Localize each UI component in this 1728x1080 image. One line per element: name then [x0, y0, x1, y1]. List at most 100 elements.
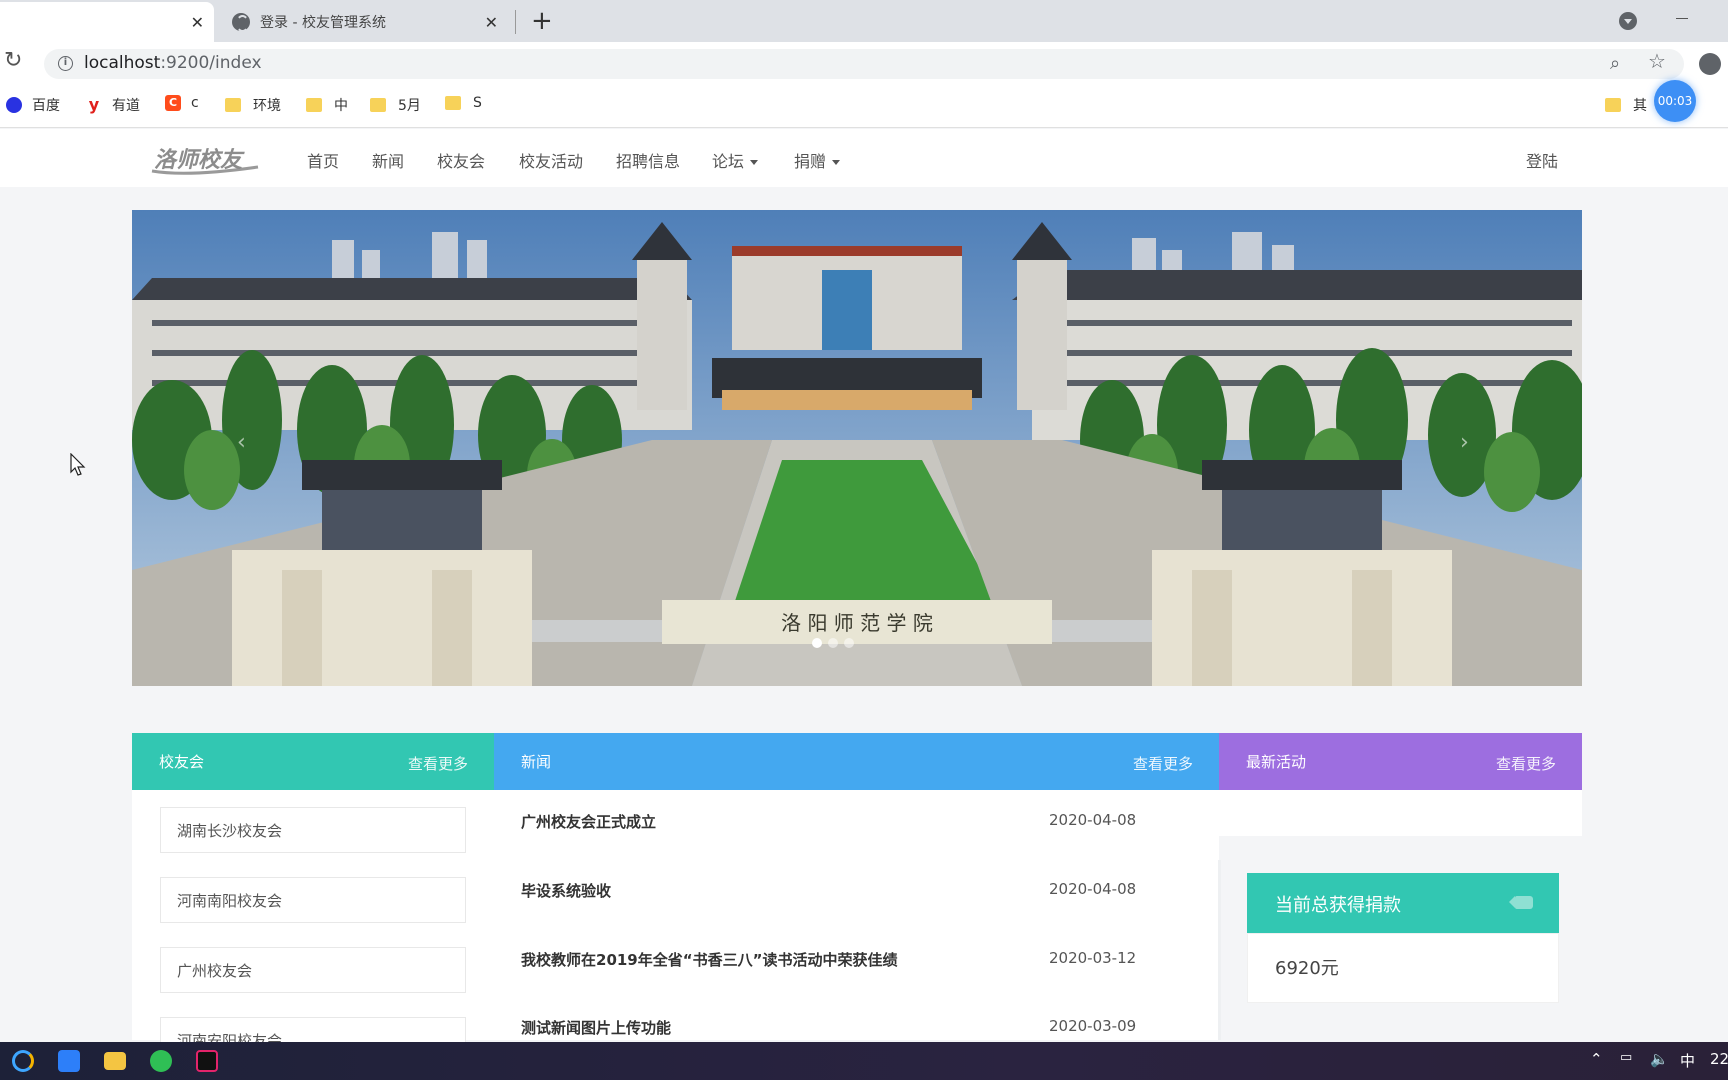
carousel-dot[interactable]: [812, 638, 822, 648]
bookmarks-bar: 百度 y 有道 C c 环境 中 5月 S 其: [0, 84, 1728, 128]
tab-active[interactable]: ✕: [0, 2, 214, 42]
nav-associations[interactable]: 校友会: [437, 148, 485, 172]
news-item-title[interactable]: 我校教师在2019年全省“书香三八”读书活动中荣获佳绩: [521, 951, 897, 969]
banner-caption: 洛 阳 师 范 学 院: [781, 611, 933, 635]
carousel-dot[interactable]: [828, 638, 838, 648]
folder-icon: [225, 98, 241, 112]
activities-header: 最新活动 查看更多: [1219, 733, 1582, 790]
campus-photo: 洛 阳 师 范 学 院: [132, 210, 1582, 686]
baidu-icon: [6, 97, 22, 113]
activities-title: 最新活动: [1246, 753, 1307, 771]
close-tab-icon[interactable]: ✕: [485, 13, 498, 32]
bookmark-star-icon[interactable]: ☆: [1648, 49, 1666, 73]
banner-carousel[interactable]: 洛 阳 师 范 学 院 ‹ ›: [132, 210, 1582, 686]
news-item-date: 2020-03-12: [1049, 949, 1137, 967]
caret-down-icon: [750, 160, 759, 165]
omnibox[interactable]: i localhost:9200/index ⌕: [44, 49, 1684, 79]
url-text[interactable]: localhost:9200/index: [84, 53, 262, 73]
associations-list: 湖南长沙校友会 河南南阳校友会 广州校友会 河南安阳校友会: [132, 790, 494, 1063]
tag-icon: [1509, 896, 1533, 909]
carousel-indicators: [812, 638, 854, 648]
news-item-date: 2020-03-09: [1049, 1017, 1137, 1035]
folder-icon: [306, 98, 322, 112]
c-icon: C: [165, 95, 181, 111]
clock[interactable]: 22: [1710, 1050, 1728, 1068]
zoom-icon[interactable]: ⌕: [1610, 53, 1620, 74]
associations-more-link[interactable]: 查看更多: [408, 753, 468, 774]
battery-icon[interactable]: ▭: [1620, 1050, 1632, 1065]
news-item[interactable]: 测试新闻图片上传功能 2020-03-09: [521, 1017, 1141, 1038]
bookmark-folder-s[interactable]: S: [445, 95, 482, 111]
browser-app-icon[interactable]: [12, 1050, 34, 1072]
donation-header: 当前总获得捐款: [1247, 873, 1559, 933]
nav-donate-dropdown[interactable]: 捐赠: [794, 148, 841, 172]
news-item-title[interactable]: 毕设系统验收: [521, 882, 611, 900]
tab-login[interactable]: 登录 - 校友管理系统 ✕: [218, 2, 508, 42]
list-item[interactable]: 河南南阳校友会: [160, 877, 466, 923]
ime-indicator[interactable]: 中: [1680, 1050, 1695, 1071]
youdao-icon: y: [88, 95, 100, 114]
news-item[interactable]: 毕设系统验收 2020-04-08: [521, 880, 1141, 901]
reload-icon[interactable]: ↻: [4, 48, 22, 73]
news-item-date: 2020-04-08: [1049, 811, 1137, 829]
site-info-icon[interactable]: i: [58, 56, 73, 71]
associations-title: 校友会: [159, 753, 205, 771]
news-title: 新闻: [521, 753, 552, 771]
volume-icon[interactable]: 🔈: [1650, 1050, 1669, 1068]
carousel-dot[interactable]: [844, 638, 854, 648]
bookmark-baidu[interactable]: 百度: [6, 95, 60, 115]
news-item[interactable]: 广州校友会正式成立 2020-04-08: [521, 811, 1141, 832]
bookmark-folder-other[interactable]: 其: [1605, 95, 1647, 115]
tray-expand-icon[interactable]: ⌃: [1590, 1050, 1603, 1068]
bookmark-youdao[interactable]: y 有道: [86, 95, 140, 115]
tab-search-icon[interactable]: [1619, 12, 1637, 30]
profile-avatar-icon[interactable]: [1699, 53, 1721, 75]
news-more-link[interactable]: 查看更多: [1133, 753, 1193, 774]
wechat-icon[interactable]: [150, 1050, 172, 1072]
tab-title: 登录 - 校友管理系统: [260, 15, 386, 31]
globe-icon: [232, 13, 250, 32]
bookmark-folder-env[interactable]: 环境: [225, 95, 281, 115]
bookmark-folder-zhong[interactable]: 中: [306, 95, 348, 115]
nav-activities[interactable]: 校友活动: [519, 148, 583, 172]
news-item-title[interactable]: 广州校友会正式成立: [521, 813, 656, 831]
carousel-next-icon[interactable]: ›: [1460, 430, 1469, 455]
nav-recruitment[interactable]: 招聘信息: [616, 148, 680, 172]
news-item-date: 2020-04-08: [1049, 880, 1137, 898]
svg-text:洛师校友: 洛师校友: [154, 147, 245, 173]
donation-panel: 6920元: [1247, 933, 1559, 1003]
caret-down-icon: [832, 160, 841, 165]
browser-tab-strip: ✕ 登录 - 校友管理系统 ✕ +: [0, 0, 1728, 42]
nav-news[interactable]: 新闻: [372, 148, 404, 172]
nav-home[interactable]: 首页: [307, 148, 339, 172]
news-header: 新闻 查看更多: [494, 733, 1219, 790]
folder-icon: [370, 98, 386, 112]
news-item[interactable]: 我校教师在2019年全省“书香三八”读书活动中荣获佳绩 2020-03-12: [521, 949, 1141, 970]
activities-more-link[interactable]: 查看更多: [1496, 753, 1556, 774]
folder-icon: [445, 96, 461, 110]
site-logo[interactable]: 洛师校友: [148, 141, 262, 177]
login-link[interactable]: 登陆: [1526, 148, 1558, 172]
minimize-button[interactable]: [1676, 18, 1688, 19]
folder-icon: [1605, 98, 1621, 112]
new-tab-button[interactable]: +: [531, 6, 553, 36]
carousel-prev-icon[interactable]: ‹: [237, 430, 246, 455]
recording-timer-badge[interactable]: 00:03: [1654, 80, 1696, 122]
site-navbar: 洛师校友 首页 新闻 校友会 校友活动 招聘信息 论坛 捐赠 登陆: [0, 129, 1728, 187]
address-bar-row: ↻ i localhost:9200/index ⌕: [0, 42, 1728, 84]
news-item-title[interactable]: 测试新闻图片上传功能: [521, 1019, 671, 1037]
bookmark-c[interactable]: C c: [165, 95, 199, 111]
k-app-icon[interactable]: [58, 1050, 80, 1072]
intellij-icon[interactable]: [196, 1050, 218, 1072]
tab-separator: [515, 10, 516, 34]
list-item[interactable]: 湖南长沙校友会: [160, 807, 466, 853]
file-explorer-icon[interactable]: [104, 1052, 126, 1070]
news-list: 广州校友会正式成立 2020-04-08 毕设系统验收 2020-04-08 我…: [494, 790, 1219, 1040]
os-taskbar: ⌃ ▭ 🔈 中 22: [0, 1042, 1728, 1080]
list-item[interactable]: 广州校友会: [160, 947, 466, 993]
donation-title: 当前总获得捐款: [1275, 895, 1401, 916]
donation-amount: 6920元: [1275, 958, 1339, 979]
close-tab-icon[interactable]: ✕: [191, 13, 204, 32]
nav-forum-dropdown[interactable]: 论坛: [712, 148, 759, 172]
bookmark-folder-may[interactable]: 5月: [370, 95, 421, 115]
